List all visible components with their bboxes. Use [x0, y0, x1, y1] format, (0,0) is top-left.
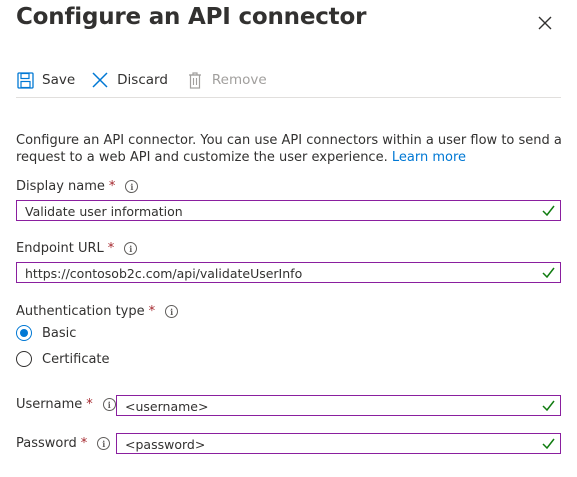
info-icon[interactable]: i: [102, 398, 116, 411]
endpoint-url-input[interactable]: [17, 264, 530, 283]
password-label: Password * i: [16, 436, 111, 451]
remove-label: Remove: [211, 72, 267, 88]
required-marker: *: [86, 397, 93, 412]
close-icon: [538, 16, 552, 30]
valid-check-icon: [542, 400, 555, 411]
radio-unselected-icon: [16, 351, 32, 367]
remove-button[interactable]: Remove: [186, 71, 267, 89]
endpoint-url-field: [16, 262, 561, 283]
auth-radio-basic-label: Basic: [42, 325, 77, 341]
info-icon[interactable]: i: [165, 305, 179, 318]
info-icon[interactable]: i: [125, 180, 139, 193]
close-button[interactable]: [534, 12, 556, 34]
authentication-type-label: Authentication type * i: [16, 304, 179, 319]
auth-radio-certificate-label: Certificate: [42, 351, 110, 367]
auth-radio-certificate[interactable]: Certificate: [16, 351, 110, 367]
username-field: [116, 395, 561, 416]
discard-icon: [91, 71, 109, 89]
password-field: [116, 433, 561, 454]
save-icon: [16, 71, 34, 89]
required-marker: *: [107, 241, 115, 256]
save-label: Save: [42, 72, 76, 88]
trash-icon: [186, 71, 204, 89]
learn-more-link[interactable]: Learn more: [392, 150, 466, 165]
discard-label: Discard: [117, 72, 168, 88]
panel-title: Configure an API connector: [16, 4, 367, 30]
password-input[interactable]: [117, 435, 530, 454]
endpoint-url-label: Endpoint URL * i: [16, 241, 138, 256]
required-marker: *: [148, 304, 156, 319]
auth-radio-basic[interactable]: Basic: [16, 325, 76, 341]
username-label: Username * i: [16, 397, 116, 412]
command-bar: Save Discard Remove: [16, 68, 267, 92]
description: Configure an API connector. You can use …: [16, 132, 568, 166]
required-marker: *: [108, 179, 116, 194]
info-icon[interactable]: i: [124, 242, 138, 255]
toolbar-divider: [16, 97, 561, 98]
save-button[interactable]: Save: [16, 71, 75, 89]
valid-check-icon: [542, 267, 555, 278]
valid-check-icon: [542, 205, 555, 216]
valid-check-icon: [542, 438, 555, 449]
info-icon[interactable]: i: [97, 437, 111, 450]
display-name-label: Display name * i: [16, 179, 139, 194]
display-name-field: [16, 200, 561, 221]
username-input[interactable]: [117, 397, 530, 416]
discard-button[interactable]: Discard: [91, 71, 168, 89]
description-text: Configure an API connector. You can use …: [16, 133, 562, 165]
required-marker: *: [80, 436, 88, 451]
display-name-input[interactable]: [17, 202, 530, 221]
radio-selected-icon: [16, 325, 32, 341]
